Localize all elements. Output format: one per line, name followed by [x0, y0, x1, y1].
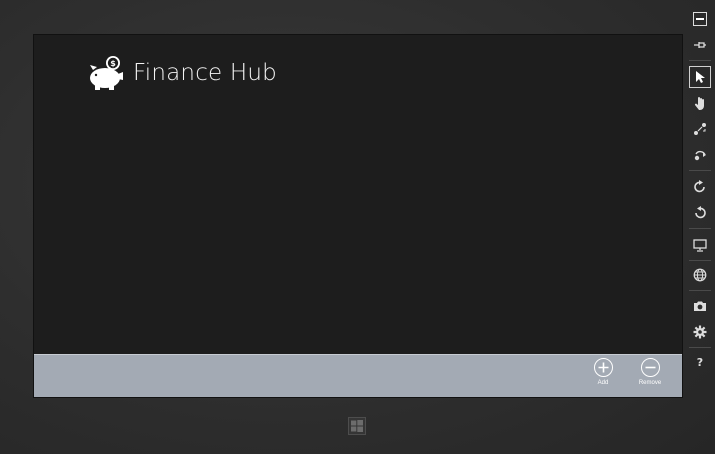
toolbar-separator	[689, 260, 711, 261]
simulator-device-frame: $ Finance Hub Add Remove ?	[0, 0, 715, 454]
remove-button[interactable]: Remove	[630, 358, 670, 394]
piggy-bank-icon: $	[90, 56, 123, 90]
app-header: $ Finance Hub	[87, 55, 277, 91]
svg-text:?: ?	[697, 356, 703, 369]
app-title: Finance Hub	[133, 60, 277, 86]
pinch-zoom-icon	[694, 123, 706, 135]
change-resolution-icon	[693, 239, 707, 252]
settings-button[interactable]	[689, 321, 711, 343]
change-resolution-button[interactable]	[689, 234, 711, 256]
windows-logo-icon	[348, 417, 366, 435]
pin-button[interactable]	[689, 34, 711, 56]
pinch-zoom-button[interactable]	[689, 118, 711, 140]
toolbar-separator	[689, 60, 711, 61]
minus-circle-icon	[640, 358, 660, 377]
toolbar-separator	[689, 228, 711, 229]
add-button-label: Add	[597, 380, 609, 386]
toolbar-separator	[689, 347, 711, 348]
settings-icon	[693, 325, 707, 339]
screenshot-icon	[694, 301, 706, 311]
set-location-icon	[693, 268, 707, 282]
toolbar-separator	[689, 290, 711, 291]
mouse-pointer-icon	[696, 71, 705, 83]
simulator-toolbar: ?	[686, 4, 714, 454]
touch-hand-icon	[694, 96, 704, 110]
plus-circle-icon	[593, 358, 613, 377]
rotate-touch-button[interactable]	[689, 144, 711, 166]
svg-text:$: $	[110, 59, 116, 68]
minimize-icon	[693, 12, 707, 26]
remove-button-label: Remove	[638, 380, 662, 386]
touch-mode-button[interactable]	[689, 92, 711, 114]
rotate-touch-icon	[694, 150, 706, 161]
app-bar: Add Remove	[34, 354, 682, 397]
app-screen: $ Finance Hub Add Remove	[33, 34, 683, 398]
windows-start-button[interactable]	[346, 415, 368, 437]
help-icon: ?	[697, 356, 703, 369]
help-button[interactable]: ?	[689, 351, 711, 373]
mouse-mode-button[interactable]	[689, 66, 711, 88]
set-location-button[interactable]	[689, 264, 711, 286]
minimize-button[interactable]	[689, 8, 711, 30]
rotate-counterclockwise-icon	[695, 206, 706, 219]
rotate-clockwise-icon	[694, 180, 705, 193]
pin-icon	[694, 42, 706, 48]
rotate-counterclockwise-button[interactable]	[689, 202, 711, 224]
add-button[interactable]: Add	[583, 358, 623, 394]
screenshot-button[interactable]	[689, 295, 711, 317]
toolbar-separator	[689, 170, 711, 171]
rotate-clockwise-button[interactable]	[689, 176, 711, 198]
